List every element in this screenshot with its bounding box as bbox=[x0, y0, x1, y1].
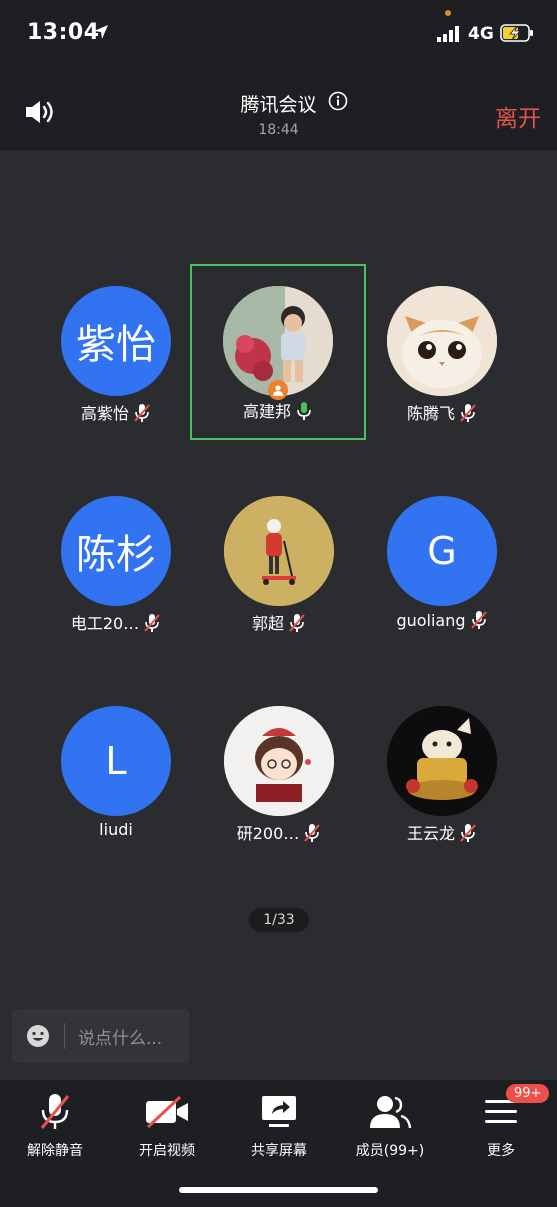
mic-muted-icon bbox=[289, 614, 305, 632]
share-screen-button[interactable]: 共享屏幕 bbox=[224, 1092, 334, 1160]
avatar: 紫怡 bbox=[61, 286, 171, 396]
privacy-indicator-dot bbox=[445, 10, 451, 16]
participant-name: 王云龙 bbox=[406, 824, 455, 843]
participant-tile[interactable]: 紫怡 高紫怡 bbox=[28, 266, 204, 442]
members-icon bbox=[335, 1092, 445, 1132]
meeting-title-text: 腾讯会议 bbox=[240, 94, 317, 116]
host-badge-icon bbox=[268, 380, 288, 400]
participant-name: 研200… bbox=[236, 824, 300, 843]
participant-tile[interactable]: 郭超 bbox=[191, 476, 367, 652]
mic-muted-icon bbox=[470, 611, 487, 629]
start-video-label: 开启视频 bbox=[139, 1143, 195, 1159]
status-time: 13:04 bbox=[27, 20, 100, 45]
members-label: 成员(99+) bbox=[355, 1143, 425, 1159]
participant-name-row: 高紫怡 bbox=[28, 400, 204, 424]
signal-icon bbox=[437, 26, 461, 46]
participant-name: 郭超 bbox=[251, 614, 284, 633]
mic-muted-icon bbox=[144, 614, 160, 632]
members-button[interactable]: 成员(99+) bbox=[335, 1092, 445, 1160]
mic-muted-icon bbox=[0, 1092, 110, 1132]
lucky-cat-image bbox=[387, 706, 497, 816]
participant-name-row: 陈腾飞 bbox=[354, 400, 530, 424]
participant-name-row: 郭超 bbox=[191, 610, 367, 634]
mic-muted-icon bbox=[460, 404, 476, 422]
scooter-kid-photo-image bbox=[224, 496, 334, 606]
avatar bbox=[224, 706, 334, 816]
mic-muted-icon bbox=[304, 824, 321, 842]
page-indicator[interactable]: 1/33 bbox=[249, 908, 309, 932]
video-off-icon bbox=[112, 1092, 222, 1132]
participant-name: 陈腾飞 bbox=[406, 404, 455, 423]
participant-tile[interactable]: 研200… bbox=[191, 686, 367, 862]
network-type: 4G bbox=[468, 24, 494, 44]
participant-name-row: liudi bbox=[28, 820, 204, 839]
participant-tile[interactable]: L liudi bbox=[28, 686, 204, 862]
participant-name-row: 电工20… bbox=[28, 610, 204, 634]
mic-muted-icon bbox=[134, 404, 150, 422]
chat-placeholder: 说点什么... bbox=[78, 1029, 163, 1049]
battery-charging-icon bbox=[500, 24, 534, 46]
start-video-button[interactable]: 开启视频 bbox=[112, 1092, 222, 1160]
avatar bbox=[387, 706, 497, 816]
notification-badge: 99+ bbox=[506, 1084, 550, 1103]
home-indicator[interactable] bbox=[179, 1187, 378, 1193]
unmute-button[interactable]: 解除静音 bbox=[0, 1092, 110, 1160]
unmute-label: 解除静音 bbox=[27, 1143, 83, 1159]
participant-tile[interactable]: G guoliang bbox=[354, 476, 530, 652]
cat-photo-image bbox=[387, 286, 497, 396]
avatar: L bbox=[61, 706, 171, 816]
meeting-header: 腾讯会议 18:44 离开 bbox=[0, 70, 557, 150]
participant-name-row: guoliang bbox=[354, 610, 530, 630]
participant-tile[interactable]: 王云龙 bbox=[354, 686, 530, 862]
participant-name-row: 王云龙 bbox=[354, 820, 530, 844]
location-arrow-icon bbox=[93, 24, 109, 44]
info-icon[interactable] bbox=[328, 91, 348, 115]
share-screen-icon bbox=[224, 1092, 334, 1132]
cartoon-girl-image bbox=[224, 706, 334, 816]
participant-name: guoliang bbox=[396, 611, 466, 630]
chat-input[interactable]: 说点什么... bbox=[12, 1009, 190, 1063]
participant-tile[interactable]: 陈杉 电工20… bbox=[28, 476, 204, 652]
avatar: G bbox=[387, 496, 497, 606]
meeting-title[interactable]: 腾讯会议 bbox=[0, 90, 557, 117]
participant-tile[interactable]: 陈腾飞 bbox=[354, 266, 530, 442]
avatar bbox=[224, 496, 334, 606]
participant-name-row: 研200… bbox=[191, 820, 367, 844]
emoji-icon[interactable] bbox=[26, 1024, 50, 1052]
meeting-duration: 18:44 bbox=[258, 122, 299, 138]
participant-tile-active-speaker[interactable]: 高建邦 bbox=[190, 264, 366, 440]
status-bar: 13:04 4G bbox=[0, 0, 557, 70]
more-button[interactable]: 更多 99+ bbox=[446, 1084, 556, 1160]
mic-muted-icon bbox=[460, 824, 476, 842]
participant-name: 电工20… bbox=[70, 614, 140, 633]
share-screen-label: 共享屏幕 bbox=[251, 1143, 307, 1159]
divider bbox=[64, 1023, 65, 1049]
more-label: 更多 bbox=[487, 1143, 515, 1159]
participant-name: 高建邦 bbox=[242, 402, 291, 421]
leave-button[interactable]: 离开 bbox=[495, 99, 541, 133]
avatar bbox=[387, 286, 497, 396]
participant-name: liudi bbox=[99, 820, 133, 839]
participant-name: 高紫怡 bbox=[80, 404, 129, 423]
avatar: 陈杉 bbox=[61, 496, 171, 606]
mic-active-icon bbox=[297, 402, 311, 420]
participant-name-row: 高建邦 bbox=[192, 398, 364, 422]
